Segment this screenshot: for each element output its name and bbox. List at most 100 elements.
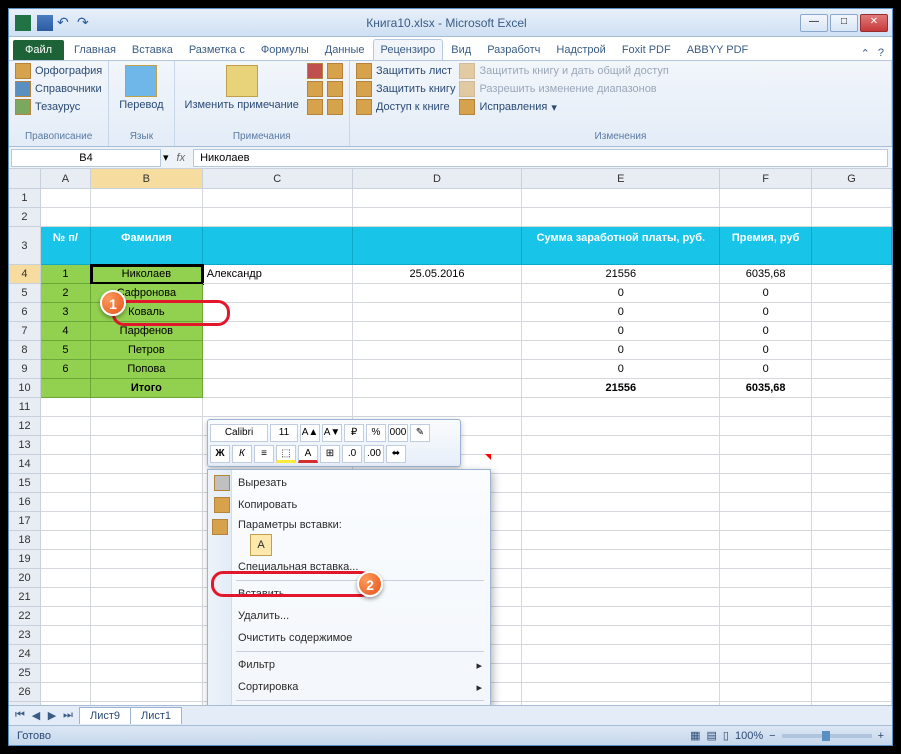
col-header-g[interactable]: G [812, 169, 892, 189]
cell[interactable]: 25.05.2016 [353, 265, 523, 284]
ctx-edit-comment[interactable]: Изменить примечание [210, 703, 488, 705]
zoom-level[interactable]: 100% [735, 730, 763, 742]
cell[interactable] [41, 379, 91, 398]
row-header[interactable]: 25 [9, 664, 41, 683]
row-header[interactable]: 15 [9, 474, 41, 493]
cell[interactable]: 5 [41, 341, 91, 360]
name-box[interactable]: B4 [11, 149, 161, 167]
tab-data[interactable]: Данные [317, 39, 373, 60]
percent-icon[interactable]: % [366, 424, 386, 442]
col-header-b[interactable]: B [91, 169, 203, 189]
zoom-slider[interactable] [782, 734, 872, 738]
fill-color-icon[interactable]: ⬚ [276, 445, 296, 463]
tab-foxit[interactable]: Foxit PDF [614, 39, 679, 60]
tab-view[interactable]: Вид [443, 39, 479, 60]
row-header[interactable]: 2 [9, 208, 41, 227]
cell[interactable]: 0 [720, 303, 812, 322]
increase-decimal-icon[interactable]: .00 [364, 445, 384, 463]
cell[interactable]: 0 [522, 284, 720, 303]
cell[interactable] [203, 322, 353, 341]
cell[interactable]: 0 [720, 341, 812, 360]
cell[interactable]: Премия, руб [720, 227, 812, 265]
view-normal-icon[interactable]: ▦ [690, 729, 700, 742]
tab-abbyy[interactable]: ABBYY PDF [679, 39, 757, 60]
cell[interactable]: 0 [522, 303, 720, 322]
row-header[interactable]: 5 [9, 284, 41, 303]
italic-button[interactable]: К [232, 445, 252, 463]
sheet-tab[interactable]: Лист9 [79, 707, 131, 724]
cell[interactable] [353, 303, 523, 322]
cell[interactable]: 21556 [522, 379, 720, 398]
cell[interactable]: 0 [720, 360, 812, 379]
share-book-button[interactable]: Доступ к книге [356, 99, 456, 115]
research-button[interactable]: Справочники [15, 81, 102, 97]
show-all-ribbon[interactable] [327, 81, 343, 97]
save-icon[interactable] [37, 15, 53, 31]
cell[interactable] [203, 227, 353, 265]
shrink-font-icon[interactable]: A▼ [322, 424, 342, 442]
ctx-paste-special[interactable]: Специальная вставка... [210, 556, 488, 578]
ctx-clear[interactable]: Очистить содержимое [210, 627, 488, 649]
cell[interactable] [353, 360, 523, 379]
col-header-a[interactable]: A [41, 169, 91, 189]
protect-book-button[interactable]: Защитить книгу [356, 81, 456, 97]
row-header[interactable]: 18 [9, 531, 41, 550]
sheet-nav-prev-icon[interactable]: ◀ [29, 709, 43, 722]
cell[interactable]: 6035,68 [720, 265, 812, 284]
ctx-cut[interactable]: Вырезать [210, 472, 488, 494]
row-header[interactable]: 13 [9, 436, 41, 455]
ctx-sort[interactable]: Сортировка▸ [210, 676, 488, 698]
file-tab[interactable]: Файл [13, 40, 64, 60]
format-painter-icon[interactable]: ✎ [410, 424, 430, 442]
cell[interactable]: Николаев [91, 265, 203, 284]
formula-bar[interactable]: Николаев [193, 149, 888, 167]
sheet-nav-first-icon[interactable]: ⏮ [13, 709, 27, 722]
cell[interactable] [203, 284, 353, 303]
font-color-icon[interactable]: A [298, 445, 318, 463]
row-header[interactable]: 27 [9, 702, 41, 705]
cell[interactable]: Петров [91, 341, 203, 360]
cell[interactable] [353, 227, 523, 265]
tab-developer[interactable]: Разработч [479, 39, 548, 60]
help-icon[interactable]: ? [878, 47, 884, 60]
cell[interactable] [203, 360, 353, 379]
decrease-decimal-icon[interactable]: .0 [342, 445, 362, 463]
sheet-nav-last-icon[interactable]: ⏭ [61, 709, 75, 722]
redo-icon[interactable]: ↷ [77, 15, 93, 31]
grow-font-icon[interactable]: A▲ [300, 424, 320, 442]
protect-sheet-button[interactable]: Защитить лист [356, 63, 456, 79]
tab-addins[interactable]: Надстрой [548, 39, 613, 60]
tab-home[interactable]: Главная [66, 39, 124, 60]
row-header[interactable]: 8 [9, 341, 41, 360]
ctx-insert[interactable]: Вставить... [210, 583, 488, 605]
allow-ranges-button[interactable]: Разрешить изменение диапазонов [459, 81, 668, 97]
bold-button[interactable]: Ж [210, 445, 230, 463]
row-header[interactable]: 9 [9, 360, 41, 379]
prev-comment-ribbon[interactable] [307, 81, 323, 97]
merge-icon[interactable]: ⬌ [386, 445, 406, 463]
sheet-nav-next-icon[interactable]: ▶ [45, 709, 59, 722]
next-comment-ribbon[interactable] [307, 99, 323, 115]
cell[interactable]: Фамилия [91, 227, 203, 265]
translate-button[interactable]: Перевод [115, 63, 167, 113]
font-size-select[interactable]: 11 [270, 424, 298, 442]
col-header-d[interactable]: D [353, 169, 523, 189]
thesaurus-button[interactable]: Тезаурус [15, 99, 102, 115]
cell[interactable] [353, 379, 523, 398]
edit-comment-button[interactable]: Изменить примечание [181, 63, 303, 113]
fx-icon[interactable]: fx [169, 152, 194, 164]
minimize-ribbon-icon[interactable]: ⌃ [861, 47, 870, 60]
cell[interactable] [203, 379, 353, 398]
ctx-paste-option[interactable]: A [210, 534, 488, 556]
cell[interactable]: 0 [720, 284, 812, 303]
cell[interactable]: 0 [522, 322, 720, 341]
show-comment-ribbon[interactable] [327, 63, 343, 79]
borders-icon[interactable]: ⊞ [320, 445, 340, 463]
spelling-button[interactable]: Орфография [15, 63, 102, 79]
cell[interactable]: 0 [720, 322, 812, 341]
row-header[interactable]: 14 [9, 455, 41, 474]
row-header[interactable]: 20 [9, 569, 41, 588]
row-header[interactable]: 11 [9, 398, 41, 417]
row-header[interactable]: 16 [9, 493, 41, 512]
row-header[interactable]: 6 [9, 303, 41, 322]
